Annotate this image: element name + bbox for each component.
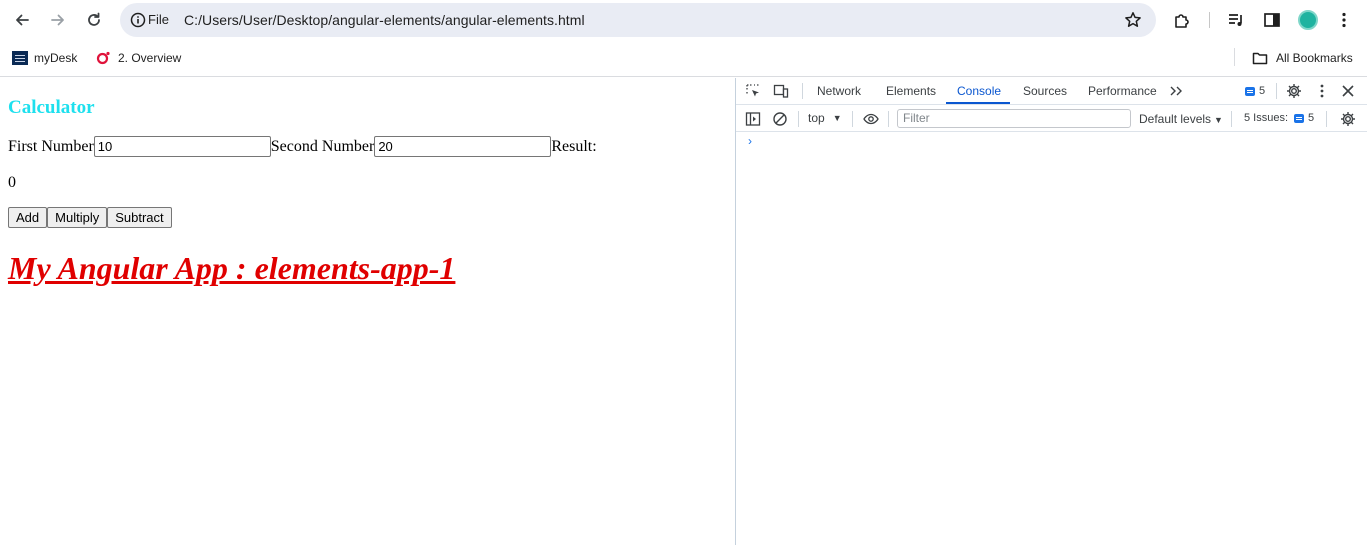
arrow-right-icon [51, 14, 64, 26]
toolbar-divider [888, 111, 889, 127]
playlist-music-icon [1229, 14, 1242, 26]
console-prompt[interactable]: › [748, 134, 752, 148]
profile-avatar[interactable] [1298, 10, 1318, 30]
devtools-close-button[interactable] [1339, 82, 1357, 100]
issues-label: 5 Issues: [1244, 112, 1289, 124]
issues-badge[interactable]: 5 [1245, 85, 1265, 97]
url-text[interactable]: C:/Users/User/Desktop/angular-elements/a… [184, 12, 585, 28]
back-button[interactable] [10, 8, 34, 32]
scheme-label[interactable]: File [148, 12, 169, 27]
clear-console-button[interactable] [771, 110, 789, 128]
calculator-inputs-row: First Number Second Number Result: [8, 136, 597, 157]
close-icon [1342, 85, 1354, 97]
browser-toolbar: File C:/Users/User/Desktop/angular-eleme… [0, 0, 1367, 40]
side-panel-icon [1264, 13, 1280, 27]
tab-divider [1276, 83, 1277, 99]
context-selector[interactable]: top ▼ [808, 111, 842, 125]
browser-menu-button[interactable] [1334, 10, 1354, 30]
vertical-dots-icon [1342, 12, 1346, 28]
issues-count-value: 5 [1308, 112, 1315, 124]
address-bar[interactable]: File C:/Users/User/Desktop/angular-eleme… [120, 3, 1156, 37]
bookmark-label: myDesk [34, 51, 78, 65]
levels-label: Default levels [1139, 112, 1212, 126]
forward-button[interactable] [46, 8, 70, 32]
tab-divider [802, 83, 803, 99]
console-settings-button[interactable] [1339, 110, 1357, 128]
sidebar-toggle-icon [745, 112, 761, 126]
first-number-input[interactable] [93, 136, 271, 157]
console-filter-input[interactable]: Filter [897, 109, 1131, 128]
bookmarks-divider [1234, 48, 1235, 66]
side-panel-button[interactable] [1262, 10, 1282, 30]
page-viewport: Calculator First Number Second Number Re… [0, 78, 735, 545]
tab-console[interactable]: Console [957, 84, 1001, 98]
second-number-label: Second Number [270, 137, 375, 155]
active-tab-indicator [946, 102, 1010, 104]
subtract-button[interactable]: Subtract [107, 207, 172, 228]
reload-icon [88, 12, 100, 26]
device-mobile-icon [773, 84, 789, 98]
calculator-buttons: Add Multiply Subtract [8, 207, 172, 228]
calculator-title: Calculator [8, 97, 95, 118]
first-number-label: First Number [8, 137, 94, 155]
bookmark-label: 2. Overview [118, 51, 182, 65]
inspect-element-button[interactable] [744, 82, 762, 100]
message-icon [1245, 86, 1255, 96]
toolbar-divider [1231, 111, 1232, 127]
more-tabs-button[interactable] [1167, 82, 1185, 100]
console-toolbar: top ▼ Filter Default levels ▼ 5 Issues: 5 [736, 106, 1367, 132]
opera-o-favicon-icon [96, 51, 110, 65]
bookmark-overview[interactable]: 2. Overview [96, 50, 181, 66]
star-bookmark-icon[interactable] [1124, 11, 1142, 29]
devtools-panel: Network Elements Console Sources Perform… [735, 78, 1367, 545]
tab-elements[interactable]: Elements [886, 84, 936, 98]
info-icon[interactable] [130, 12, 146, 28]
tab-performance[interactable]: Performance [1088, 84, 1157, 98]
result-label: Result: [551, 137, 597, 155]
chevron-double-right-icon [1170, 86, 1182, 96]
console-sidebar-button[interactable] [744, 110, 762, 128]
device-toolbar-button[interactable] [772, 82, 790, 100]
extensions-button[interactable] [1172, 10, 1192, 30]
eye-icon [863, 113, 879, 125]
arrow-left-icon [16, 14, 29, 26]
tab-sources[interactable]: Sources [1023, 84, 1067, 98]
gear-icon [1287, 84, 1301, 98]
second-number-input[interactable] [374, 136, 552, 157]
toolbar-divider [1326, 111, 1327, 127]
inspect-cursor-icon [746, 84, 759, 97]
toolbar-divider [798, 111, 799, 127]
bookmark-mydesk[interactable]: myDesk [12, 50, 77, 66]
gear-icon [1341, 112, 1355, 126]
message-icon [1294, 113, 1305, 123]
log-levels-dropdown[interactable]: Default levels ▼ [1139, 112, 1223, 126]
toolbar-divider [852, 111, 853, 127]
block-icon [773, 112, 787, 126]
live-expression-button[interactable] [862, 110, 880, 128]
folder-icon [1252, 52, 1268, 65]
devtools-settings-button[interactable] [1285, 82, 1303, 100]
media-control-button[interactable] [1226, 10, 1246, 30]
reload-button[interactable] [82, 8, 106, 32]
vertical-dots-icon [1320, 84, 1324, 98]
app-heading: My Angular App : elements-app-1 [8, 250, 456, 286]
add-button[interactable]: Add [8, 207, 48, 228]
devtools-tab-bar: Network Elements Console Sources Perform… [736, 78, 1367, 105]
all-bookmarks-label: All Bookmarks [1276, 51, 1353, 65]
puzzle-icon [1175, 14, 1189, 28]
bookmarks-bar: myDesk 2. Overview [0, 40, 1367, 77]
all-bookmarks-button[interactable]: All Bookmarks [1252, 50, 1353, 66]
issues-counter[interactable]: 5 Issues: 5 [1244, 112, 1314, 124]
triangle-down-icon: ▼ [832, 113, 842, 123]
result-value: 0 [8, 174, 16, 191]
multiply-button[interactable]: Multiply [47, 207, 108, 228]
triangle-down-icon: ▼ [1214, 115, 1223, 125]
filter-placeholder: Filter [903, 111, 930, 125]
tab-network[interactable]: Network [817, 84, 861, 98]
toolbar-divider [1209, 12, 1210, 28]
context-value: top [808, 111, 825, 125]
issues-badge-count: 5 [1259, 85, 1266, 97]
devtools-menu-button[interactable] [1313, 82, 1331, 100]
morgan-stanley-favicon-icon [12, 51, 28, 65]
